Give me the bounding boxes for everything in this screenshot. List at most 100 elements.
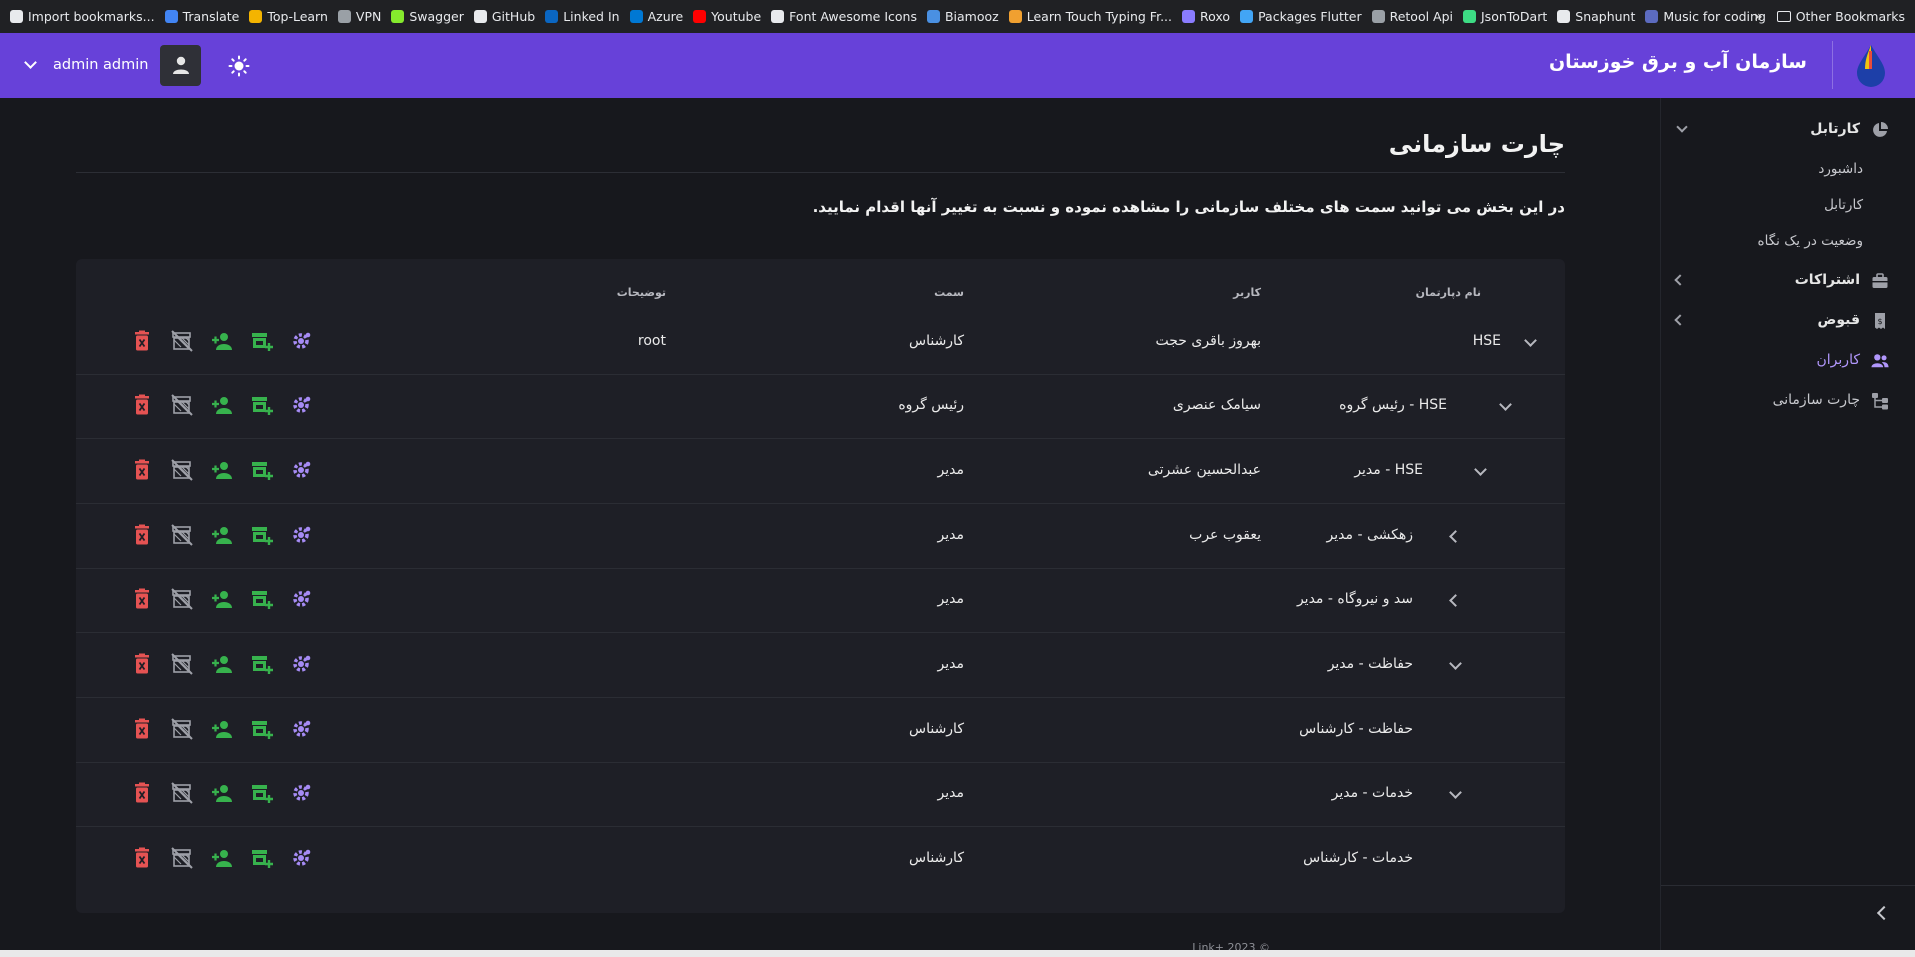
sidebar-item-bills[interactable]: $ قبوض [1660, 304, 1915, 338]
add-user-icon[interactable] [211, 782, 233, 804]
add-store-icon[interactable] [251, 718, 273, 740]
bookmark-item[interactable]: JsonToDart [1463, 9, 1547, 24]
department-name: زهکشی - مدیر [1326, 527, 1413, 543]
delete-icon[interactable] [131, 653, 153, 675]
sidebar-item-org-chart[interactable]: چارت سازمانی [1660, 384, 1915, 418]
bookmark-item[interactable]: VPN [337, 9, 381, 24]
avatar[interactable] [160, 44, 202, 86]
chevron-down-icon[interactable] [1449, 786, 1462, 799]
delete-icon[interactable] [131, 459, 153, 481]
chevron-down-icon[interactable] [1524, 334, 1537, 347]
bookmark-item[interactable]: Linked In [545, 9, 620, 24]
position-cell: کارشناس [908, 333, 964, 349]
bookmark-favicon-icon [629, 10, 643, 23]
bookmark-item[interactable]: Swagger [391, 9, 464, 24]
chevron-left-icon[interactable] [1674, 314, 1686, 326]
settings-gear-icon[interactable] [291, 524, 313, 546]
delete-icon[interactable] [131, 718, 153, 740]
remove-store-icon[interactable] [171, 459, 193, 481]
chevron-down-icon[interactable] [1474, 463, 1487, 476]
bookmark-item[interactable]: Snaphunt [1557, 9, 1635, 24]
sidebar-item-kartabl[interactable]: کارتابل [1660, 113, 1915, 147]
chevron-down-icon[interactable] [1449, 657, 1462, 670]
settings-gear-icon[interactable] [291, 847, 313, 869]
add-user-icon[interactable] [211, 718, 233, 740]
settings-gear-icon[interactable] [291, 459, 313, 481]
add-user-icon[interactable] [211, 588, 233, 610]
add-user-icon[interactable] [211, 330, 233, 352]
theme-toggle-button[interactable] [226, 53, 252, 79]
bookmark-favicon-icon [693, 10, 707, 23]
bookmark-item[interactable]: Youtube [693, 9, 761, 24]
add-user-icon[interactable] [211, 394, 233, 416]
bookmark-item[interactable]: Packages Flutter [1240, 9, 1362, 24]
remove-store-icon[interactable] [171, 782, 193, 804]
remove-store-icon[interactable] [171, 524, 193, 546]
add-store-icon[interactable] [251, 782, 273, 804]
chevron-left-icon[interactable] [1449, 530, 1462, 543]
bookmark-item[interactable]: Music for coding [1645, 9, 1766, 24]
add-store-icon[interactable] [251, 394, 273, 416]
bookmark-item[interactable]: Biamooz [926, 9, 999, 24]
settings-gear-icon[interactable] [291, 394, 313, 416]
add-store-icon[interactable] [251, 330, 273, 352]
remove-store-icon[interactable] [171, 718, 193, 740]
collapse-sidebar-icon[interactable] [1876, 905, 1892, 921]
bookmark-item[interactable]: GitHub [473, 9, 535, 24]
bookmark-item[interactable]: Font Awesome Icons [771, 9, 917, 24]
remove-store-icon[interactable] [171, 394, 193, 416]
delete-icon[interactable] [131, 588, 153, 610]
table-row: زهکشی - مدیر یعقوب عرب مدیر [76, 504, 1565, 569]
sidebar-subitem-kartabl[interactable]: کارتابل [1824, 197, 1863, 213]
add-store-icon[interactable] [251, 588, 273, 610]
bookmark-item[interactable]: Azure [629, 9, 683, 24]
position-cell: رئیس گروه [898, 397, 964, 413]
remove-store-icon[interactable] [171, 588, 193, 610]
add-user-icon[interactable] [211, 847, 233, 869]
settings-gear-icon[interactable] [291, 653, 313, 675]
delete-icon[interactable] [131, 782, 153, 804]
bookmark-item[interactable]: Retool Api [1371, 9, 1453, 24]
settings-gear-icon[interactable] [291, 330, 313, 352]
more-bookmarks-icon[interactable]: » [1754, 9, 1763, 25]
settings-gear-icon[interactable] [291, 718, 313, 740]
add-user-icon[interactable] [211, 524, 233, 546]
user-menu[interactable]: admin admin [24, 44, 202, 86]
chevron-down-icon[interactable] [1676, 121, 1688, 133]
bookmark-favicon-icon [1371, 10, 1385, 23]
chevron-down-icon[interactable] [1499, 398, 1512, 411]
remove-store-icon[interactable] [171, 847, 193, 869]
chevron-down-icon[interactable] [24, 56, 37, 69]
add-store-icon[interactable] [251, 524, 273, 546]
settings-gear-icon[interactable] [291, 588, 313, 610]
sidebar-item-subscriptions[interactable]: اشتراکات [1660, 264, 1915, 298]
bookmark-item[interactable]: Import bookmarks... [10, 9, 155, 24]
sidebar-item-label: قبوض [1817, 312, 1861, 328]
settings-gear-icon[interactable] [291, 782, 313, 804]
other-bookmarks[interactable]: Other Bookmarks [1796, 9, 1905, 24]
delete-icon[interactable] [131, 524, 153, 546]
add-store-icon[interactable] [251, 653, 273, 675]
remove-store-icon[interactable] [171, 330, 193, 352]
add-store-icon[interactable] [251, 459, 273, 481]
remove-store-icon[interactable] [171, 653, 193, 675]
delete-icon[interactable] [131, 330, 153, 352]
bookmark-item[interactable]: Learn Touch Typing Fr... [1008, 9, 1172, 24]
add-user-icon[interactable] [211, 653, 233, 675]
delete-icon[interactable] [131, 394, 153, 416]
add-user-icon[interactable] [211, 459, 233, 481]
sidebar-subitem-dashboard[interactable]: داشبورد [1818, 161, 1863, 177]
sidebar-subitem-overview[interactable]: وضعیت در یک نگاه [1758, 233, 1863, 249]
bookmark-item[interactable]: Top-Learn [249, 9, 328, 24]
bookmark-label: Snaphunt [1575, 9, 1636, 24]
chevron-left-icon[interactable] [1674, 274, 1686, 286]
user-name-cell: یعقوب عرب [1189, 527, 1261, 543]
bookmark-item[interactable]: Roxo [1182, 9, 1230, 24]
delete-icon[interactable] [131, 847, 153, 869]
user-name[interactable]: admin admin [53, 57, 148, 73]
add-store-icon[interactable] [251, 847, 273, 869]
sidebar-item-users[interactable]: کاربران [1660, 344, 1915, 378]
sidebar-item-label: کارتابل [1810, 121, 1860, 137]
chevron-left-icon[interactable] [1449, 594, 1462, 607]
bookmark-item[interactable]: Translate [164, 9, 239, 24]
